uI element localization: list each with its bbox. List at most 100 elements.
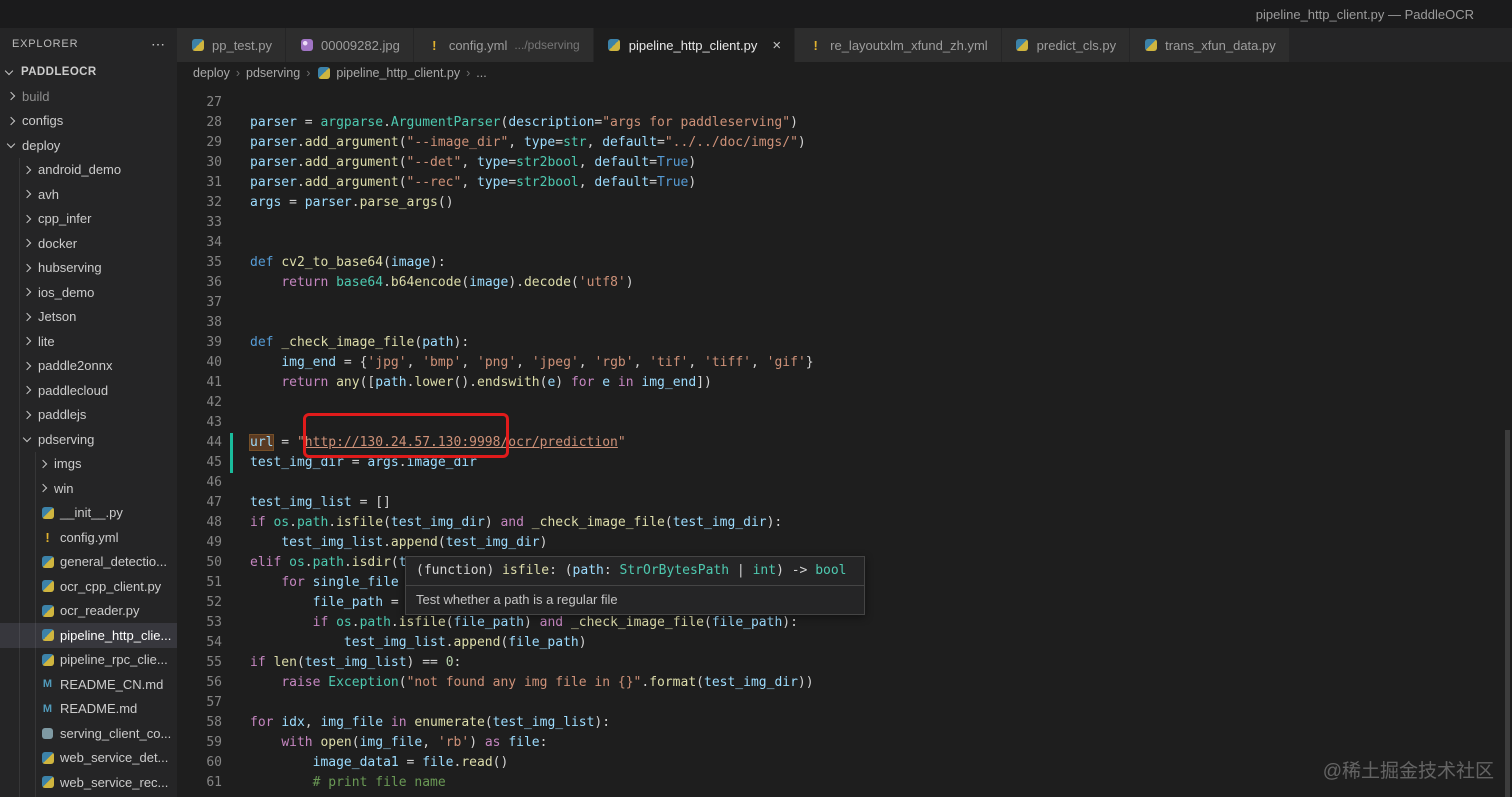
- indent-guide: [35, 452, 36, 797]
- code-text: test_img_list = []: [250, 495, 391, 510]
- code-line-29: 29 parser.add_argument("--image_dir", typ…: [177, 133, 1512, 153]
- breadcrumb[interactable]: deploy › pdserving › pipeline_http_client.py…: [177, 62, 1512, 84]
- code-line-30: 30 parser.add_argument("--det", type=str2…: [177, 153, 1512, 173]
- line-number: 29: [206, 135, 222, 150]
- tree-folder-cpp_infer[interactable]: cpp_infer: [0, 207, 177, 232]
- python-file-icon: [40, 505, 55, 520]
- code-line-37: 37: [177, 293, 1512, 313]
- tree-folder-paddlejs[interactable]: paddlejs: [0, 403, 177, 428]
- code-text: for idx, img_file in enumerate(test_img_…: [250, 715, 611, 730]
- breadcrumb-item-pdserving[interactable]: pdserving: [246, 66, 300, 80]
- code-line-47: 47 test_img_list = []: [177, 493, 1512, 513]
- chevron-right-icon: [22, 214, 32, 223]
- tree-item-label: paddlecloud: [38, 382, 109, 398]
- breadcrumb-item-pipeline_http_client.py[interactable]: pipeline_http_client.py: [316, 66, 460, 81]
- chevron-right-icon: [22, 190, 32, 199]
- markdown-file-icon: M: [42, 702, 53, 715]
- code-text: args = parser.parse_args(): [250, 195, 454, 210]
- indent-guide: [19, 158, 20, 797]
- tree-item-label: README_CN.md: [60, 676, 164, 692]
- chevron-right-icon: [22, 386, 32, 395]
- tab-00009282.jpg[interactable]: 00009282.jpg: [286, 28, 414, 62]
- tab-label: pp_test.py: [212, 37, 272, 53]
- code-line-53: 53 if os.path.isfile(file_path) and _che…: [177, 613, 1512, 633]
- line-number: 50: [206, 555, 222, 570]
- line-number: 44: [206, 435, 222, 450]
- tree-item-label: paddlejs: [38, 407, 87, 423]
- tree-item-label: web_service_rec...: [60, 774, 169, 790]
- code-line-58: 58 for idx, img_file in enumerate(test_im…: [177, 713, 1512, 733]
- tree-file-config.yml[interactable]: ! config.yml: [0, 525, 177, 550]
- tree-folder-imgs[interactable]: imgs: [0, 452, 177, 477]
- tree-folder-docker[interactable]: docker: [0, 231, 177, 256]
- tree-folder-android_demo[interactable]: android_demo: [0, 158, 177, 183]
- hover-tooltip: (function) isfile: (path: StrOrBytesPath…: [405, 556, 865, 615]
- tree-folder-paddlecloud[interactable]: paddlecloud: [0, 378, 177, 403]
- title-bar: pipeline_http_client.py — PaddleOCR: [0, 0, 1512, 28]
- tree-item-label: avh: [38, 186, 59, 202]
- python-file-icon: [40, 628, 55, 643]
- code-line-55: 55 if len(test_img_list) == 0:: [177, 653, 1512, 673]
- tab-config.yml[interactable]: ! config.yml .../pdserving: [413, 28, 594, 62]
- chevron-right-icon: [38, 459, 48, 468]
- tree-file-ocr_cpp_client.py[interactable]: ocr_cpp_client.py: [0, 574, 177, 599]
- code-text: parser.add_argument("--image_dir", type=…: [250, 135, 806, 150]
- chevron-right-icon: [22, 361, 32, 370]
- tree-file-web_service_rec...[interactable]: web_service_rec...: [0, 770, 177, 795]
- breadcrumb-item-...[interactable]: ...: [476, 66, 486, 80]
- tree-file-pipeline_rpc_clie...[interactable]: pipeline_rpc_clie...: [0, 648, 177, 673]
- tab-predict_cls.py[interactable]: predict_cls.py: [1001, 28, 1131, 62]
- breadcrumb-item-deploy[interactable]: deploy: [193, 66, 230, 80]
- line-number: 34: [206, 235, 222, 250]
- code-line-48: 48 if os.path.isfile(test_img_dir) and _c…: [177, 513, 1512, 533]
- more-actions-icon[interactable]: ⋯: [151, 36, 165, 53]
- scrollbar[interactable]: [1505, 430, 1510, 797]
- tree-file-web_service_det...[interactable]: web_service_det...: [0, 746, 177, 771]
- chevron-right-icon: [6, 92, 16, 101]
- code-line-38: 38: [177, 313, 1512, 333]
- tab-trans_xfun_data.py[interactable]: trans_xfun_data.py: [1130, 28, 1290, 62]
- git-change-gutter: [230, 453, 233, 473]
- code-text: parser.add_argument("--rec", type=str2bo…: [250, 175, 697, 190]
- tree-file-general_detectio...[interactable]: general_detectio...: [0, 550, 177, 575]
- tree-folder-build[interactable]: build: [0, 84, 177, 109]
- tree-folder-hubserving[interactable]: hubserving: [0, 256, 177, 281]
- tab-pipeline_http_client.py[interactable]: pipeline_http_client.py ×: [593, 28, 796, 62]
- explorer-root-folder[interactable]: PADDLEOCR: [0, 60, 177, 84]
- code-text: parser.add_argument("--det", type=str2bo…: [250, 155, 697, 170]
- tab-pp_test.py[interactable]: pp_test.py: [177, 28, 286, 62]
- tree-file-README_CN.md[interactable]: M README_CN.md: [0, 672, 177, 697]
- tree-file-pipeline_http_clie...[interactable]: pipeline_http_clie...: [0, 623, 177, 648]
- code-line-46: 46: [177, 473, 1512, 493]
- tree-folder-configs[interactable]: configs: [0, 109, 177, 134]
- yaml-file-icon: !: [45, 529, 50, 545]
- tree-file-README.md[interactable]: M README.md: [0, 697, 177, 722]
- red-annotation-box: [303, 413, 509, 458]
- tree-folder-Jetson[interactable]: Jetson: [0, 305, 177, 330]
- code-line-39: 39 def _check_image_file(path):: [177, 333, 1512, 353]
- tree-folder-ios_demo[interactable]: ios_demo: [0, 280, 177, 305]
- tree-folder-pdserving[interactable]: pdserving: [0, 427, 177, 452]
- tree-folder-paddle2onnx[interactable]: paddle2onnx: [0, 354, 177, 379]
- tree-folder-deploy[interactable]: deploy: [0, 133, 177, 158]
- code-text: test_img_list.append(test_img_dir): [281, 535, 548, 550]
- chevron-down-icon: [4, 66, 14, 75]
- chevron-right-icon: [22, 263, 32, 272]
- tree-file-serving_client_co...[interactable]: serving_client_co...: [0, 721, 177, 746]
- code-text: def cv2_to_base64(image):: [250, 255, 446, 270]
- python-file-icon: [40, 775, 55, 790]
- tree-file-__init__.py[interactable]: __init__.py: [0, 501, 177, 526]
- tab-label: 00009282.jpg: [321, 37, 400, 53]
- tree-item-label: android_demo: [38, 162, 122, 178]
- code-line-57: 57: [177, 693, 1512, 713]
- line-number: 27: [206, 95, 222, 110]
- tree-folder-lite[interactable]: lite: [0, 329, 177, 354]
- tree-folder-win[interactable]: win: [0, 476, 177, 501]
- tree-file-ocr_reader.py[interactable]: ocr_reader.py: [0, 599, 177, 624]
- tab-close-icon[interactable]: ×: [772, 38, 781, 53]
- tree-folder-avh[interactable]: avh: [0, 182, 177, 207]
- code-text: with open(img_file, 'rb') as file:: [281, 735, 548, 750]
- python-file-icon: [190, 38, 205, 53]
- tab-re_layoutxlm_xfund_zh.yml[interactable]: ! re_layoutxlm_xfund_zh.yml: [795, 28, 1002, 62]
